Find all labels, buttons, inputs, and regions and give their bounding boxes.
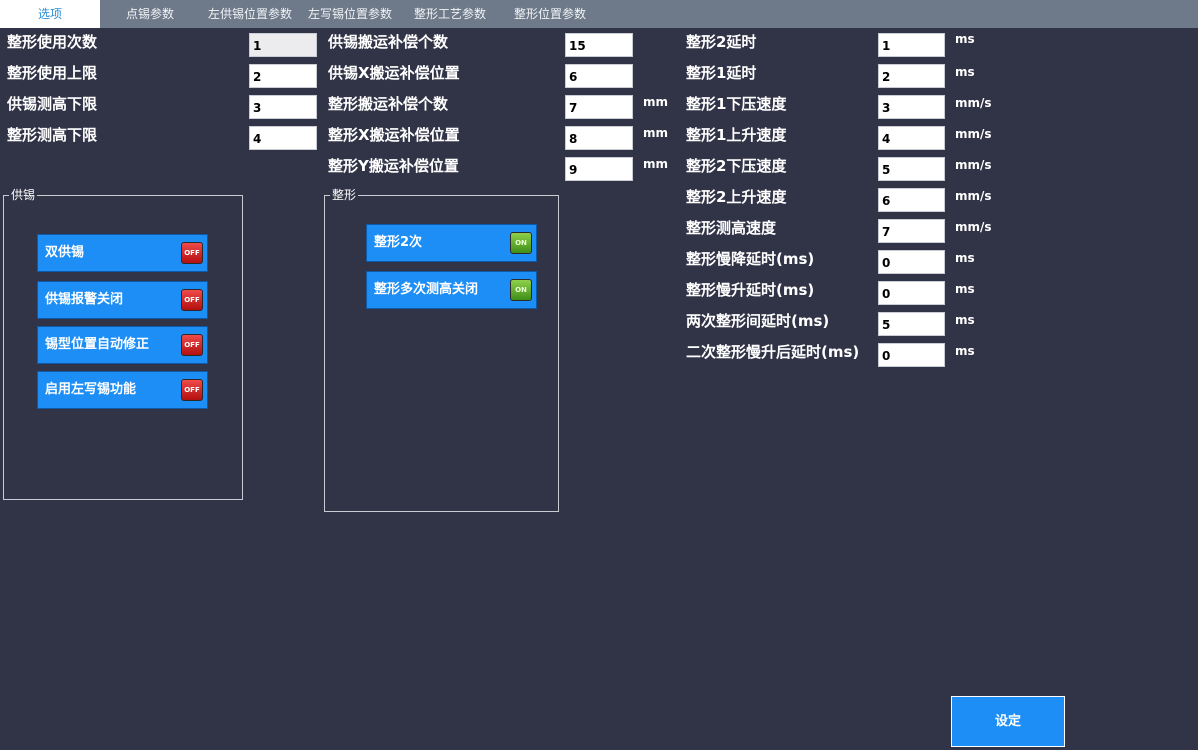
label-shaping1-press-speed: 整形1下压速度 <box>686 95 787 113</box>
unit-shaping-comp-count: mm <box>643 95 669 109</box>
unit-shaping2-delay: ms <box>955 32 975 46</box>
left-write-function-toggle[interactable]: 启用左写锡功能 OFF <box>37 371 208 409</box>
label-shaping1-delay: 整形1延时 <box>686 64 757 82</box>
label-shaping-use-limit: 整形使用上限 <box>7 64 98 82</box>
unit-second-shaping-after-delay: ms <box>955 344 975 358</box>
dual-supply-off-indicator: OFF <box>181 242 203 264</box>
unit-shaping-slow-down-delay: ms <box>955 251 975 265</box>
label-shaping-use-count: 整形使用次数 <box>7 33 98 51</box>
unit-shaping-height-speed: mm/s <box>955 220 992 234</box>
input-shaping-use-count[interactable]: 1 <box>249 33 317 57</box>
unit-shaping-x-comp-pos: mm <box>643 126 669 140</box>
unit-shaping1-press-speed: mm/s <box>955 96 992 110</box>
multi-height-off-label: 整形多次测高关闭 <box>374 282 479 297</box>
shaping-twice-toggle[interactable]: 整形2次 ON <box>366 224 537 262</box>
input-shaping-use-limit[interactable]: 2 <box>249 64 317 88</box>
input-supply-x-comp-pos[interactable]: 6 <box>565 64 633 88</box>
unit-shaping2-rise-speed: mm/s <box>955 189 992 203</box>
label-second-shaping-after-delay: 二次整形慢升后延时(ms) <box>686 343 860 361</box>
unit-shaping1-delay: ms <box>955 65 975 79</box>
dual-supply-label: 双供锡 <box>45 245 85 260</box>
auto-position-correction-label: 锡型位置自动修正 <box>45 337 150 352</box>
dual-supply-toggle[interactable]: 双供锡 OFF <box>37 234 208 272</box>
label-shaping2-rise-speed: 整形2上升速度 <box>686 188 787 206</box>
left-write-function-label: 启用左写锡功能 <box>45 382 137 397</box>
label-shaping-height-lower: 整形测高下限 <box>7 126 98 144</box>
tab-shaping-position[interactable]: 整形位置参数 <box>500 0 600 28</box>
tab-bar: 选项 点锡参数 左供锡位置参数 左写锡位置参数 整形工艺参数 整形位置参数 <box>0 0 1198 28</box>
label-shaping-y-comp-pos: 整形Y搬运补偿位置 <box>328 157 459 175</box>
input-supply-height-lower[interactable]: 3 <box>249 95 317 119</box>
unit-between-shaping-delay: ms <box>955 313 975 327</box>
input-shaping-height-lower[interactable]: 4 <box>249 126 317 150</box>
label-supply-comp-count: 供锡搬运补偿个数 <box>328 33 449 51</box>
left-write-function-indicator: OFF <box>181 379 203 401</box>
input-shaping-comp-count[interactable]: 7 <box>565 95 633 119</box>
label-between-shaping-delay: 两次整形间延时(ms) <box>686 312 830 330</box>
tab-dispense-params[interactable]: 点锡参数 <box>100 0 200 28</box>
unit-shaping-y-comp-pos: mm <box>643 157 669 171</box>
input-shaping-x-comp-pos[interactable]: 8 <box>565 126 633 150</box>
input-shaping1-rise-speed[interactable]: 4 <box>878 126 945 150</box>
tab-left-supply-position[interactable]: 左供锡位置参数 <box>200 0 300 28</box>
input-between-shaping-delay[interactable]: 5 <box>878 312 945 336</box>
label-supply-x-comp-pos: 供锡X搬运补偿位置 <box>328 64 460 82</box>
input-second-shaping-after-delay[interactable]: 0 <box>878 343 945 367</box>
label-supply-height-lower: 供锡测高下限 <box>7 95 98 113</box>
tab-shaping-process[interactable]: 整形工艺参数 <box>400 0 500 28</box>
input-shaping-slow-down-delay[interactable]: 0 <box>878 250 945 274</box>
label-shaping2-delay: 整形2延时 <box>686 33 757 51</box>
unit-shaping2-press-speed: mm/s <box>955 158 992 172</box>
auto-position-correction-indicator: OFF <box>181 334 203 356</box>
label-shaping-slow-down-delay: 整形慢降延时(ms) <box>686 250 815 268</box>
shaping-twice-label: 整形2次 <box>374 235 423 250</box>
shaping-twice-on-indicator: ON <box>510 232 532 254</box>
tab-left-write-position[interactable]: 左写锡位置参数 <box>300 0 400 28</box>
unit-shaping1-rise-speed: mm/s <box>955 127 992 141</box>
input-shaping-slow-up-delay[interactable]: 0 <box>878 281 945 305</box>
supply-alarm-off-toggle[interactable]: 供锡报警关闭 OFF <box>37 281 208 319</box>
label-shaping-comp-count: 整形搬运补偿个数 <box>328 95 449 113</box>
supply-alarm-off-label: 供锡报警关闭 <box>45 292 124 307</box>
shaping-group-title: 整形 <box>330 187 359 203</box>
label-shaping-x-comp-pos: 整形X搬运补偿位置 <box>328 126 460 144</box>
supply-alarm-off-indicator: OFF <box>181 289 203 311</box>
input-shaping2-press-speed[interactable]: 5 <box>878 157 945 181</box>
input-shaping1-press-speed[interactable]: 3 <box>878 95 945 119</box>
label-shaping-slow-up-delay: 整形慢升延时(ms) <box>686 281 815 299</box>
unit-shaping-slow-up-delay: ms <box>955 282 975 296</box>
multi-height-off-indicator: ON <box>510 279 532 301</box>
auto-position-correction-toggle[interactable]: 锡型位置自动修正 OFF <box>37 326 208 364</box>
input-shaping2-rise-speed[interactable]: 6 <box>878 188 945 212</box>
label-shaping1-rise-speed: 整形1上升速度 <box>686 126 787 144</box>
input-shaping1-delay[interactable]: 2 <box>878 64 945 88</box>
input-shaping-height-speed[interactable]: 7 <box>878 219 945 243</box>
tab-options[interactable]: 选项 <box>0 0 100 28</box>
label-shaping-height-speed: 整形测高速度 <box>686 219 777 237</box>
label-shaping2-press-speed: 整形2下压速度 <box>686 157 787 175</box>
multi-height-off-toggle[interactable]: 整形多次测高关闭 ON <box>366 271 537 309</box>
input-shaping2-delay[interactable]: 1 <box>878 33 945 57</box>
input-supply-comp-count[interactable]: 15 <box>565 33 633 57</box>
supply-group-title: 供锡 <box>9 187 38 203</box>
set-button[interactable]: 设定 <box>951 696 1065 747</box>
input-shaping-y-comp-pos[interactable]: 9 <box>565 157 633 181</box>
